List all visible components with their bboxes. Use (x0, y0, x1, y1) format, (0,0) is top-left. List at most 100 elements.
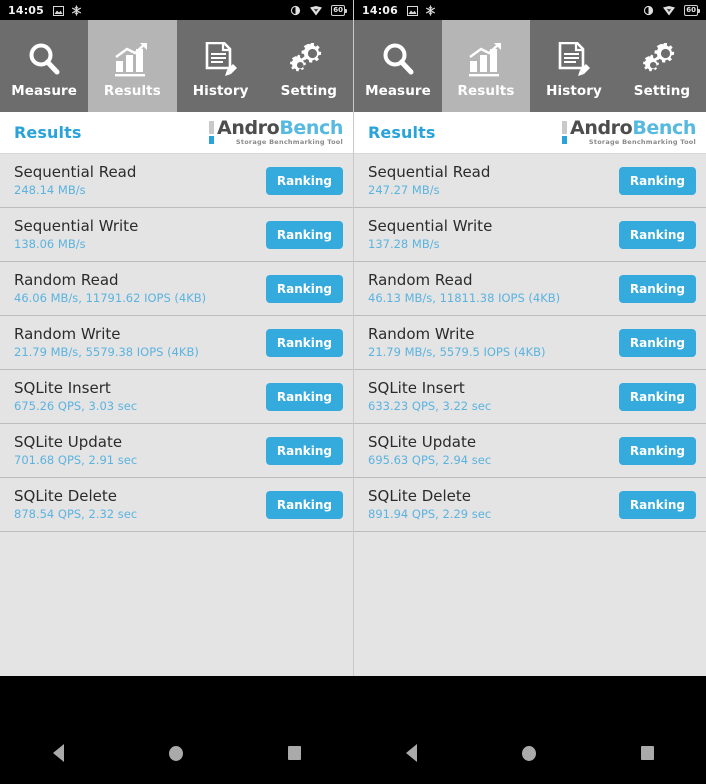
result-row[interactable]: Random Write 21.79 MB/s, 5579.5 IOPS (4K… (354, 316, 706, 370)
ranking-button[interactable]: Ranking (265, 490, 343, 519)
document-pencil-icon (558, 42, 590, 76)
result-title: Sequential Write (14, 217, 139, 236)
gears-icon (289, 33, 328, 77)
ranking-button[interactable]: Ranking (618, 436, 696, 465)
result-title: Random Read (368, 271, 473, 290)
wifi-icon (310, 1, 323, 20)
result-title: SQLite Update (368, 433, 477, 452)
result-value: 21.79 MB/s, 5579.38 IOPS (4KB) (14, 345, 199, 360)
tab-setting[interactable]: Setting (265, 20, 353, 112)
tab-history[interactable]: History (177, 20, 265, 112)
result-row[interactable]: Random Read 46.06 MB/s, 11791.62 IOPS (4… (0, 262, 353, 316)
dual-pane-container: 14:05 60 Measure Results History Setting… (0, 0, 706, 676)
tab-label: Results (103, 83, 161, 99)
document-pencil-icon (557, 33, 591, 77)
ranking-button[interactable]: Ranking (618, 274, 696, 303)
tab-bar: Measure Results History Setting (354, 20, 706, 112)
home-circle-icon[interactable] (509, 739, 549, 767)
gears-icon (289, 43, 322, 72)
result-row[interactable]: Sequential Write 137.28 MB/s Ranking (354, 208, 706, 262)
page-title: Results (368, 123, 436, 142)
result-row-texts: SQLite Insert 633.23 QPS, 3.22 sec (368, 379, 491, 413)
result-row[interactable]: SQLite Delete 878.54 QPS, 2.32 sec Ranki… (0, 478, 353, 532)
back-shape (53, 744, 65, 762)
result-value: 46.06 MB/s, 11791.62 IOPS (4KB) (14, 291, 207, 306)
back-shape (406, 744, 418, 762)
logo-text: AndroBench Storage Benchmarking Tool (217, 119, 343, 146)
result-row[interactable]: Random Read 46.13 MB/s, 11811.38 IOPS (4… (354, 262, 706, 316)
result-row-texts: Sequential Write 138.06 MB/s (14, 217, 139, 252)
result-value: 138.06 MB/s (14, 237, 86, 252)
app-pane-1: 14:05 60 Measure Results History Setting… (0, 0, 353, 676)
tab-results[interactable]: Results (442, 20, 530, 112)
ranking-button[interactable]: Ranking (618, 220, 696, 249)
android-navigation-bar (0, 676, 706, 784)
result-row[interactable]: Sequential Write 138.06 MB/s Ranking (0, 208, 353, 262)
ranking-button[interactable]: Ranking (618, 166, 696, 195)
result-row-texts: SQLite Delete 878.54 QPS, 2.32 sec (14, 487, 138, 522)
result-title: Sequential Write (368, 217, 493, 236)
ranking-button[interactable]: Ranking (618, 328, 696, 357)
logo-word-andro: Andro (217, 117, 280, 140)
ranking-button[interactable]: Ranking (265, 328, 343, 357)
magnifier-icon (380, 33, 416, 77)
result-row[interactable]: Sequential Read 247.27 MB/s Ranking (354, 154, 706, 208)
ranking-button[interactable]: Ranking (618, 382, 696, 411)
result-row-texts: SQLite Update 701.68 QPS, 2.91 sec (14, 433, 137, 467)
result-title: SQLite Delete (14, 487, 118, 506)
tab-setting[interactable]: Setting (618, 20, 706, 112)
tab-measure[interactable]: Measure (354, 20, 442, 112)
bar-chart-icon (115, 43, 148, 77)
wifi-icon (663, 1, 676, 20)
app-pane-2: 14:06 60 Measure Results History Setting… (353, 0, 706, 676)
ranking-button[interactable]: Ranking (265, 382, 343, 411)
snowflake-icon (71, 1, 82, 20)
result-value: 878.54 QPS, 2.32 sec (14, 507, 138, 522)
bar-chart-icon (468, 33, 504, 77)
recents-shape (640, 746, 654, 760)
image-icon (407, 1, 419, 20)
tab-history[interactable]: History (530, 20, 618, 112)
recents-square-icon[interactable] (627, 739, 667, 767)
result-row[interactable]: SQLite Update 701.68 QPS, 2.91 sec Ranki… (0, 424, 353, 478)
result-row-texts: Random Write 21.79 MB/s, 5579.5 IOPS (4K… (368, 325, 546, 359)
recents-square-icon[interactable] (274, 739, 314, 767)
result-row[interactable]: Sequential Read 248.14 MB/s Ranking (0, 154, 353, 208)
home-circle-icon[interactable] (156, 739, 196, 767)
result-row-texts: Sequential Read 248.14 MB/s (14, 163, 136, 197)
bar-chart-icon (469, 43, 501, 77)
page-title: Results (14, 123, 82, 142)
result-row-texts: SQLite Insert 675.26 QPS, 3.03 sec (14, 379, 138, 414)
status-bar-right-icons: 60 (643, 1, 700, 20)
tab-label: History (192, 83, 249, 99)
ranking-button[interactable]: Ranking (265, 166, 343, 195)
result-row[interactable]: Random Write 21.79 MB/s, 5579.38 IOPS (4… (0, 316, 353, 370)
back-triangle-icon[interactable] (39, 739, 79, 767)
result-title: SQLite Insert (14, 379, 111, 398)
status-bar: 14:06 60 (354, 0, 706, 20)
result-row-texts: Random Read 46.13 MB/s, 11811.38 IOPS (4… (368, 271, 561, 306)
result-row[interactable]: SQLite Update 695.63 QPS, 2.94 sec Ranki… (354, 424, 706, 478)
snowflake-icon (425, 1, 436, 20)
ranking-button[interactable]: Ranking (265, 274, 343, 303)
home-shape (522, 745, 537, 761)
result-row[interactable]: SQLite Delete 891.94 QPS, 2.29 sec Ranki… (354, 478, 706, 532)
status-bar-left-icons (407, 1, 436, 20)
ranking-button[interactable]: Ranking (265, 220, 343, 249)
result-row[interactable]: SQLite Insert 633.23 QPS, 3.22 sec Ranki… (354, 370, 706, 424)
result-value: 675.26 QPS, 3.03 sec (14, 399, 138, 414)
result-row[interactable]: SQLite Insert 675.26 QPS, 3.03 sec Ranki… (0, 370, 353, 424)
tab-label: Measure (365, 83, 431, 99)
logo-tagline: Storage Benchmarking Tool (235, 138, 343, 147)
ranking-button[interactable]: Ranking (618, 490, 696, 519)
ranking-button[interactable]: Ranking (265, 436, 343, 465)
result-title: Sequential Read (368, 163, 491, 182)
result-value: 46.13 MB/s, 11811.38 IOPS (4KB) (368, 291, 561, 306)
logo-word-bench: Bench (632, 117, 696, 140)
back-triangle-icon[interactable] (392, 739, 432, 767)
logo-tagline: Storage Benchmarking Tool (588, 138, 696, 147)
result-row-texts: Sequential Read 247.27 MB/s (368, 163, 491, 197)
tab-results[interactable]: Results (88, 20, 177, 112)
result-title: SQLite Insert (368, 379, 465, 398)
tab-measure[interactable]: Measure (0, 20, 88, 112)
